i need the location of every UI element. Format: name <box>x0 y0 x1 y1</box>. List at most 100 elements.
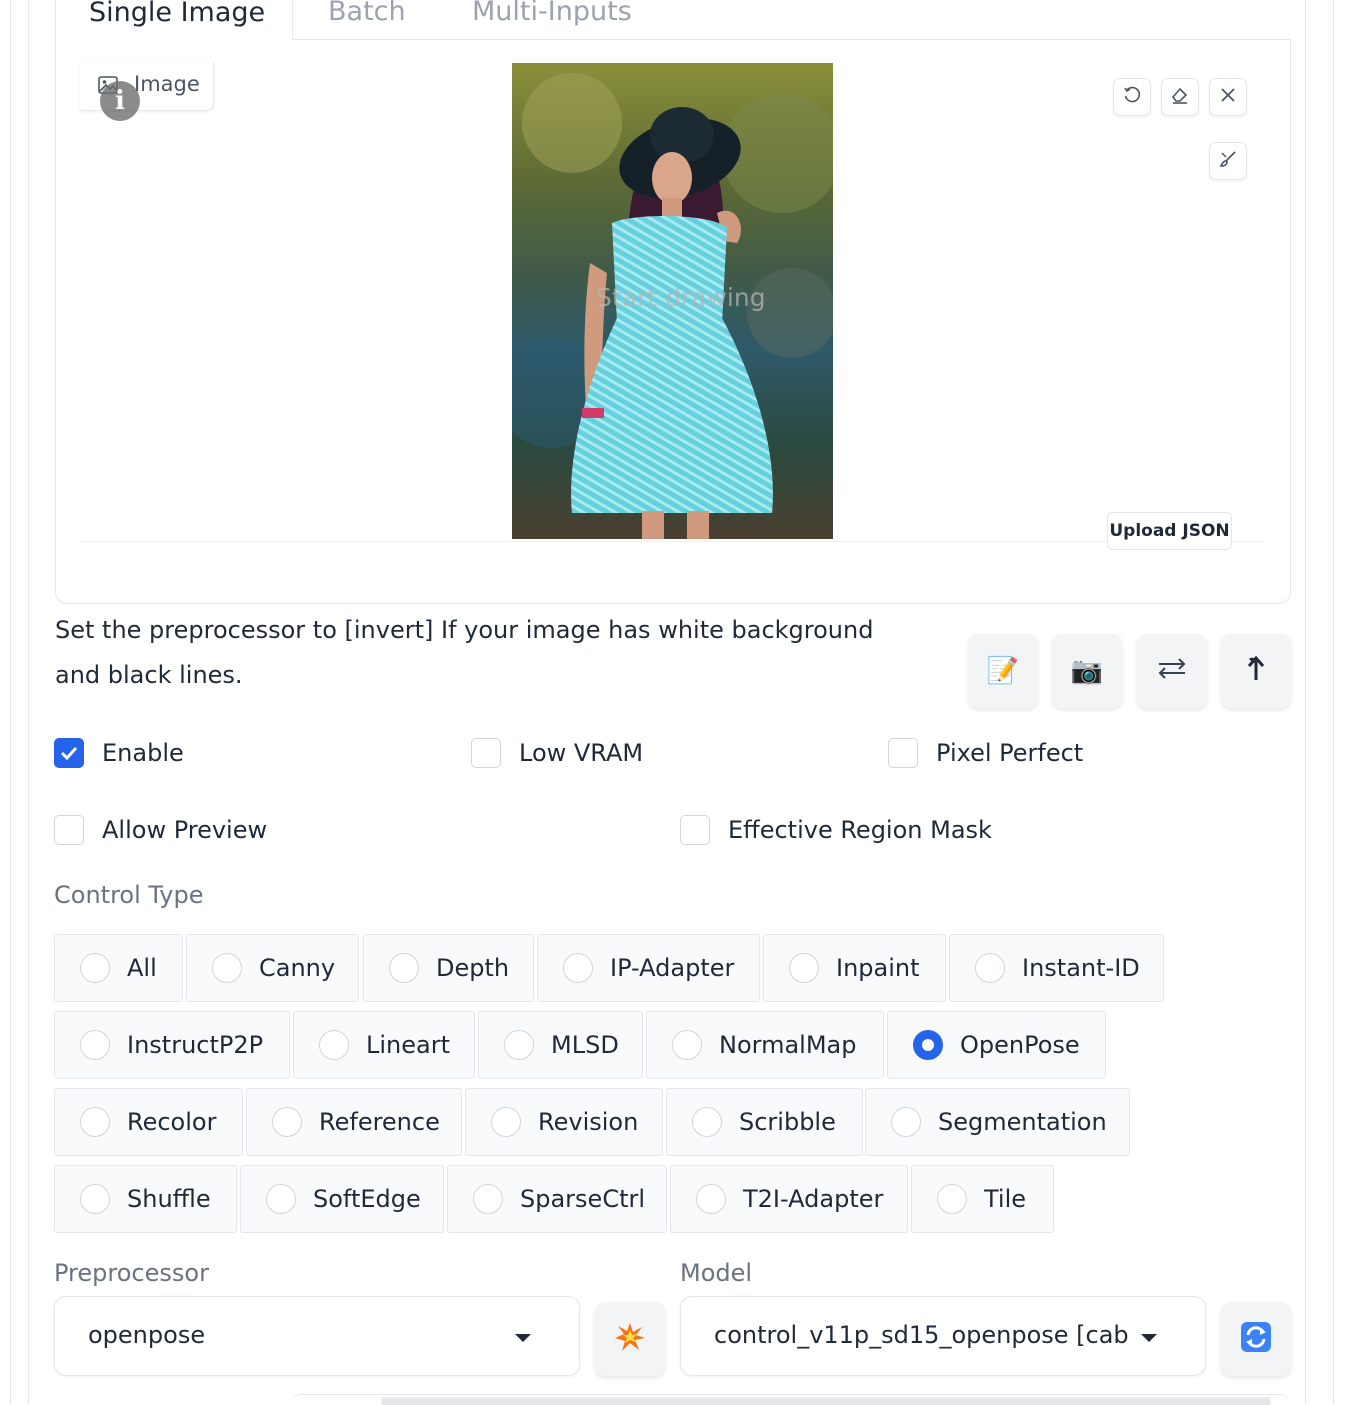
allow-preview-check-box[interactable] <box>54 815 84 845</box>
inner-border-right <box>1305 0 1306 1404</box>
option-label: Scribble <box>739 1108 836 1136</box>
control-type-option-instant-id[interactable]: Instant-ID <box>949 934 1164 1002</box>
control-type-option-reference[interactable]: Reference <box>246 1088 462 1156</box>
option-label: SoftEdge <box>313 1185 421 1213</box>
control-type-option-t2i-adapter[interactable]: T2I-Adapter <box>670 1165 908 1233</box>
option-label: Lineart <box>366 1031 450 1059</box>
radio-circle[interactable] <box>491 1107 521 1137</box>
webcam-button[interactable]: 📷 <box>1052 634 1122 708</box>
radio-circle[interactable] <box>891 1107 921 1137</box>
radio-circle[interactable] <box>80 953 110 983</box>
pixel-perfect-checkbox[interactable]: Pixel Perfect <box>888 738 1083 768</box>
control-type-option-normalmap[interactable]: NormalMap <box>646 1011 884 1079</box>
control-type-option-inpaint[interactable]: Inpaint <box>763 934 946 1002</box>
refresh-models-button[interactable] <box>1221 1302 1291 1376</box>
mirror-button[interactable] <box>1137 634 1207 708</box>
control-type-option-instructp2p[interactable]: InstructP2P <box>54 1011 290 1079</box>
option-label: Instant-ID <box>1022 954 1140 982</box>
low-vram-label: Low VRAM <box>519 739 644 767</box>
radio-circle[interactable] <box>504 1030 534 1060</box>
radio-circle[interactable] <box>80 1030 110 1060</box>
control-type-option-all[interactable]: All <box>54 934 183 1002</box>
tab-batch[interactable]: Batch <box>328 0 406 40</box>
control-type-option-tile[interactable]: Tile <box>911 1165 1054 1233</box>
close-button[interactable] <box>1209 78 1247 116</box>
control-type-option-ip-adapter[interactable]: IP-Adapter <box>537 934 760 1002</box>
inner-border-left <box>28 0 29 1404</box>
effective-region-mask-check-box[interactable] <box>680 815 710 845</box>
radio-circle[interactable] <box>563 953 593 983</box>
open-canvas-button[interactable]: 📝 <box>968 634 1038 708</box>
control-type-option-scribble[interactable]: Scribble <box>666 1088 863 1156</box>
control-type-option-canny[interactable]: Canny <box>186 934 359 1002</box>
option-label: Inpaint <box>836 954 920 982</box>
preprocessor-value: openpose <box>88 1321 206 1349</box>
control-type-option-mlsd[interactable]: MLSD <box>478 1011 643 1079</box>
image-label-text: Image <box>134 72 200 96</box>
radio-circle-selected[interactable] <box>913 1030 943 1060</box>
info-icon[interactable]: i <box>100 81 140 121</box>
radio-circle[interactable] <box>272 1107 302 1137</box>
option-label: NormalMap <box>719 1031 857 1059</box>
option-label: T2I-Adapter <box>743 1185 884 1213</box>
radio-circle[interactable] <box>80 1184 110 1214</box>
radio-circle[interactable] <box>672 1030 702 1060</box>
radio-circle[interactable] <box>696 1184 726 1214</box>
tab-multi-inputs[interactable]: Multi-Inputs <box>472 0 632 40</box>
radio-circle[interactable] <box>80 1107 110 1137</box>
radio-circle[interactable] <box>975 953 1005 983</box>
low-vram-checkbox[interactable]: Low VRAM <box>471 738 643 768</box>
preprocessor-hint: Set the preprocessor to [invert] If your… <box>55 616 874 689</box>
close-icon <box>1219 86 1237 108</box>
radio-circle[interactable] <box>937 1184 967 1214</box>
effective-region-mask-checkbox[interactable]: Effective Region Mask <box>680 815 992 845</box>
low-vram-check-box[interactable] <box>471 738 501 768</box>
allow-preview-checkbox[interactable]: Allow Preview <box>54 815 267 845</box>
option-label: SparseCtrl <box>520 1185 646 1213</box>
outer-border-left <box>10 0 11 1404</box>
radio-circle[interactable] <box>389 953 419 983</box>
brush-button[interactable] <box>1209 142 1247 180</box>
option-label: Canny <box>259 954 336 982</box>
chevron-down-icon <box>515 1334 531 1342</box>
tab-single-image[interactable]: Single Image <box>55 0 293 40</box>
camera-icon: 📷 <box>1070 656 1104 686</box>
next-section-edge <box>290 1394 1290 1405</box>
control-type-option-openpose[interactable]: OpenPose <box>887 1011 1106 1079</box>
run-preprocessor-button[interactable] <box>595 1302 665 1376</box>
pixel-perfect-check-box[interactable] <box>888 738 918 768</box>
send-up-icon <box>1243 654 1269 689</box>
radio-circle[interactable] <box>692 1107 722 1137</box>
send-dimensions-button[interactable] <box>1221 634 1291 708</box>
undo-button[interactable] <box>1113 78 1151 116</box>
control-type-option-lineart[interactable]: Lineart <box>293 1011 475 1079</box>
swap-icon <box>1156 656 1188 687</box>
undo-icon <box>1122 85 1142 109</box>
control-type-option-shuffle[interactable]: Shuffle <box>54 1165 237 1233</box>
enable-check-box[interactable] <box>54 738 84 768</box>
control-type-option-depth[interactable]: Depth <box>363 934 534 1002</box>
control-type-option-segmentation[interactable]: Segmentation <box>865 1088 1130 1156</box>
control-type-option-revision[interactable]: Revision <box>465 1088 663 1156</box>
radio-circle[interactable] <box>473 1184 503 1214</box>
effective-region-mask-label: Effective Region Mask <box>728 816 992 844</box>
control-type-option-sparsectrl[interactable]: SparseCtrl <box>447 1165 667 1233</box>
control-type-option-softedge[interactable]: SoftEdge <box>240 1165 444 1233</box>
radio-circle[interactable] <box>212 953 242 983</box>
canvas-placeholder: Start drawing <box>596 283 766 312</box>
enable-checkbox[interactable]: Enable <box>54 738 184 768</box>
option-label: Segmentation <box>938 1108 1107 1136</box>
option-label: Revision <box>538 1108 639 1136</box>
option-label: InstructP2P <box>127 1031 264 1059</box>
radio-circle[interactable] <box>789 953 819 983</box>
radio-circle[interactable] <box>266 1184 296 1214</box>
upload-json-button[interactable]: Upload JSON <box>1107 512 1232 550</box>
control-type-option-recolor[interactable]: Recolor <box>54 1088 243 1156</box>
eraser-button[interactable] <box>1161 78 1199 116</box>
preprocessor-select[interactable]: openpose <box>54 1296 580 1376</box>
pixel-perfect-label: Pixel Perfect <box>936 739 1084 767</box>
model-select[interactable]: control_v11p_sd15_openpose [cab <box>680 1296 1206 1376</box>
refresh-icon <box>1240 1321 1272 1357</box>
explosion-icon <box>614 1321 646 1357</box>
radio-circle[interactable] <box>319 1030 349 1060</box>
